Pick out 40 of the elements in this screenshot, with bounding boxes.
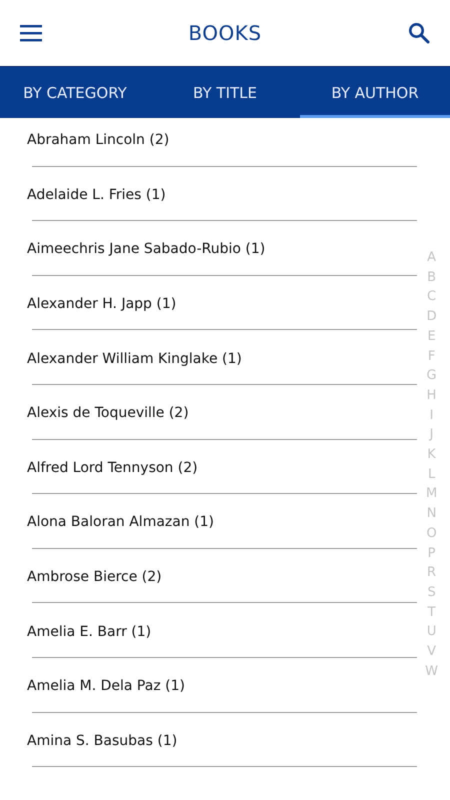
index-letter[interactable]: H	[426, 386, 436, 406]
author-item[interactable]: Amelia E. Barr (1)	[27, 624, 152, 640]
index-letter[interactable]: M	[426, 484, 438, 504]
index-letter[interactable]: D	[426, 307, 437, 327]
index-letter[interactable]: R	[427, 563, 436, 583]
index-letter[interactable]: L	[428, 464, 436, 484]
index-letter[interactable]: F	[428, 346, 436, 366]
tab[interactable]: BY AUTHOR	[300, 67, 450, 118]
author-item[interactable]: Alexander William Kinglake (1)	[27, 350, 242, 367]
author-item[interactable]: Alona Baloran Almazan (1)	[27, 514, 214, 530]
author-item[interactable]: Alfred Lord Tennyson (2)	[27, 460, 198, 476]
index-letter[interactable]: O	[426, 524, 437, 544]
app-title: BOOKS	[188, 21, 262, 45]
index-letter[interactable]: S	[427, 582, 436, 603]
index-letter[interactable]: G	[426, 366, 437, 386]
menu-icon[interactable]	[20, 24, 42, 42]
author-item[interactable]: Aimeechris Jane Sabado-Rubio (1)	[27, 241, 266, 258]
tab[interactable]: BY TITLE	[150, 67, 300, 118]
index-letter[interactable]: I	[430, 406, 434, 426]
index-letter[interactable]: J	[430, 425, 434, 446]
index-letter[interactable]: T	[428, 602, 436, 622]
author-item[interactable]: Alexander H. Japp (1)	[27, 296, 176, 312]
index-letter[interactable]: V	[427, 642, 436, 662]
index-letter[interactable]: B	[427, 268, 436, 288]
index-letter[interactable]: U	[426, 622, 436, 642]
author-item[interactable]: Abraham Lincoln (2)	[27, 132, 170, 148]
index-letter[interactable]: C	[427, 287, 436, 308]
author-item[interactable]: Amina S. Basubas (1)	[27, 732, 178, 749]
index-letter[interactable]: A	[427, 248, 436, 268]
index-letter[interactable]: W	[425, 662, 438, 682]
author-item[interactable]: Alexis de Toqueville (2)	[27, 405, 189, 422]
search-icon[interactable]	[408, 22, 430, 44]
index-letter[interactable]: E	[427, 326, 436, 347]
author-item[interactable]: Adelaide L. Fries (1)	[27, 186, 166, 203]
author-item[interactable]: Ambrose Bierce (2)	[27, 569, 162, 586]
index-letter[interactable]: N	[426, 504, 436, 524]
index-letter[interactable]: P	[428, 544, 436, 564]
tab[interactable]: BY CATEGORY	[0, 67, 150, 118]
index-letter[interactable]: K	[427, 445, 436, 465]
author-item[interactable]: Amelia M. Dela Paz (1)	[27, 678, 185, 694]
